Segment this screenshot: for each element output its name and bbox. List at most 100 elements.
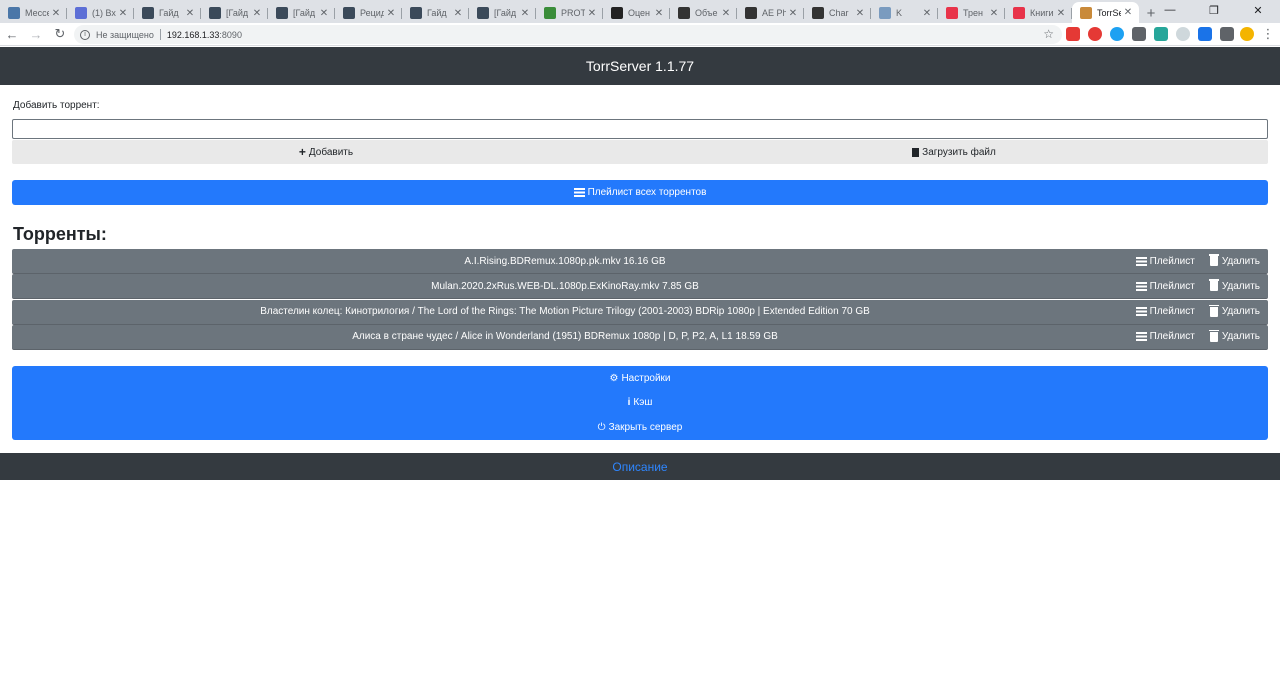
cache-label: Кэш <box>633 397 653 409</box>
browser-tab[interactable]: (1) Вх ✕ <box>67 3 134 23</box>
torrent-list: A.I.Rising.BDRemux.1080p.pk.mkv 16.16 GB… <box>12 249 1268 350</box>
tab-close-icon[interactable]: ✕ <box>250 8 264 19</box>
browser-tab-active[interactable]: TorrSe ✕ <box>1072 2 1139 23</box>
tab-close-icon[interactable]: ✕ <box>384 8 398 19</box>
shutdown-button[interactable]: ⏻ Закрыть сервер <box>12 415 1268 440</box>
tab-close-icon[interactable]: ✕ <box>317 8 331 19</box>
browser-tab[interactable]: Трен ✕ <box>938 3 1005 23</box>
browser-tab[interactable]: Гайд ✕ <box>134 3 201 23</box>
description-link[interactable]: Описание <box>612 460 667 474</box>
address-bar[interactable]: i Не защищено 192.168.1.33 :8090 ☆ <box>74 25 1062 44</box>
browser-tab[interactable]: Рецид ✕ <box>335 3 402 23</box>
tab-close-icon[interactable]: ✕ <box>987 8 1001 19</box>
gear-icon: ⚙ <box>609 372 619 384</box>
browser-tab[interactable]: [Гайд ✕ <box>268 3 335 23</box>
tab-close-icon[interactable]: ✕ <box>1054 8 1068 19</box>
app-header: TorrServer 1.1.77 <box>0 47 1280 85</box>
tab-favicon-icon <box>879 7 891 19</box>
security-status: Не защищено <box>96 29 154 40</box>
trash-icon <box>1208 279 1219 292</box>
tab-close-icon[interactable]: ✕ <box>652 8 666 19</box>
tab-title: Объе <box>695 8 718 18</box>
tab-close-icon[interactable]: ✕ <box>853 8 867 19</box>
torrent-delete-button[interactable]: Удалить <box>1208 254 1260 267</box>
browser-tab[interactable]: K ✕ <box>871 3 938 23</box>
browser-tab[interactable]: Гайд ✕ <box>402 3 469 23</box>
upload-file-button[interactable]: Загрузить файл <box>640 140 1268 164</box>
add-button[interactable]: + Добавить <box>12 140 640 164</box>
tab-close-icon[interactable]: ✕ <box>585 8 599 19</box>
adblock-icon[interactable] <box>1088 27 1102 41</box>
tab-favicon-icon <box>276 7 288 19</box>
reading-list-icon[interactable] <box>1220 27 1234 41</box>
tab-close-icon[interactable]: ✕ <box>719 8 733 19</box>
torrent-delete-label: Удалить <box>1221 331 1260 343</box>
extensions-puzzle-icon[interactable] <box>1198 27 1212 41</box>
tab-favicon-icon <box>343 7 355 19</box>
list-icon <box>1135 332 1147 342</box>
tab-title: Char <box>829 8 849 18</box>
back-button[interactable]: ← <box>0 23 24 45</box>
browser-tab[interactable]: AE Ph ✕ <box>737 3 804 23</box>
browser-tab[interactable]: Книги ✕ <box>1005 3 1072 23</box>
forward-button[interactable]: → <box>24 23 48 45</box>
tab-title: AE Ph <box>762 8 786 18</box>
list-icon <box>573 188 585 197</box>
extension-screen-icon[interactable] <box>1132 27 1146 41</box>
restore-window-button[interactable]: ❐ <box>1192 0 1236 20</box>
browser-tab[interactable]: Оцен ✕ <box>603 3 670 23</box>
tab-favicon-icon <box>209 7 221 19</box>
browser-tab[interactable]: Char ✕ <box>804 3 871 23</box>
tab-title: Оцен <box>628 8 651 18</box>
tab-close-icon[interactable]: ✕ <box>1121 7 1135 18</box>
upload-file-label: Загрузить файл <box>922 146 996 158</box>
profile-avatar[interactable] <box>1240 27 1254 41</box>
torrent-delete-button[interactable]: Удалить <box>1208 304 1260 317</box>
torrent-playlist-button[interactable]: Плейлист <box>1135 306 1195 317</box>
browser-tab[interactable]: PROT ✕ <box>536 3 603 23</box>
playlist-all-label: Плейлист всех торрентов <box>587 187 707 198</box>
browser-tab[interactable]: [Гайд ✕ <box>201 3 268 23</box>
torrent-row[interactable]: Mulan.2020.2xRus.WEB-DL.1080p.ExKinoRay.… <box>12 274 1268 300</box>
close-window-button[interactable]: ✕ <box>1236 0 1280 20</box>
torrent-playlist-button[interactable]: Плейлист <box>1135 281 1195 292</box>
torrent-row[interactable]: A.I.Rising.BDRemux.1080p.pk.mkv 16.16 GB… <box>12 249 1268 274</box>
tab-close-icon[interactable]: ✕ <box>183 8 197 19</box>
add-torrent-input[interactable] <box>12 119 1268 139</box>
extension-green-icon[interactable] <box>1154 27 1168 41</box>
torrent-row[interactable]: Властелин колец: Кинотрилогия / The Lord… <box>12 299 1268 325</box>
add-torrent-label: Добавить торрент: <box>13 100 100 111</box>
browser-tab[interactable]: Объе ✕ <box>670 3 737 23</box>
tab-favicon-icon <box>678 7 690 19</box>
tab-close-icon[interactable]: ✕ <box>49 8 63 19</box>
list-icon <box>1135 307 1147 317</box>
address-host: 192.168.1.33 <box>166 29 220 40</box>
torrent-playlist-button[interactable]: Плейлист <box>1135 331 1195 342</box>
tab-close-icon[interactable]: ✕ <box>116 8 130 19</box>
tab-title: (1) Вх <box>92 8 116 18</box>
browser-tab[interactable]: Мессе ✕ <box>0 3 67 23</box>
browser-menu-icon[interactable]: ⋮ <box>1256 23 1280 45</box>
minimize-window-button[interactable]: — <box>1148 0 1192 20</box>
torrent-playlist-button[interactable]: Плейлист <box>1135 256 1195 267</box>
extension-badge-icon[interactable] <box>1066 27 1080 41</box>
playlist-all-button[interactable]: Плейлист всех торрентов <box>12 180 1268 205</box>
reload-button[interactable]: ↻ <box>48 23 72 45</box>
tab-close-icon[interactable]: ✕ <box>451 8 465 19</box>
shutdown-label: Закрыть сервер <box>608 421 683 433</box>
info-icon[interactable]: i <box>80 29 90 40</box>
bookmark-star-icon[interactable]: ☆ <box>1043 27 1054 41</box>
tab-close-icon[interactable]: ✕ <box>518 8 532 19</box>
torrent-delete-button[interactable]: Удалить <box>1208 279 1260 292</box>
tab-close-icon[interactable]: ✕ <box>786 8 800 19</box>
cache-button[interactable]: i Кэш <box>12 391 1268 416</box>
settings-button[interactable]: ⚙ Настройки <box>12 366 1268 391</box>
torrent-delete-button[interactable]: Удалить <box>1208 329 1260 343</box>
extension-grey-icon[interactable] <box>1176 27 1190 41</box>
torrent-row[interactable]: Алиса в стране чудес / Alice in Wonderla… <box>12 324 1268 350</box>
add-button-group: + Добавить Загрузить файл <box>12 140 1268 164</box>
tab-close-icon[interactable]: ✕ <box>920 8 934 19</box>
settings-label: Настройки <box>621 372 671 384</box>
browser-tab[interactable]: [Гайд ✕ <box>469 3 536 23</box>
extension-blue-icon[interactable] <box>1110 27 1124 41</box>
